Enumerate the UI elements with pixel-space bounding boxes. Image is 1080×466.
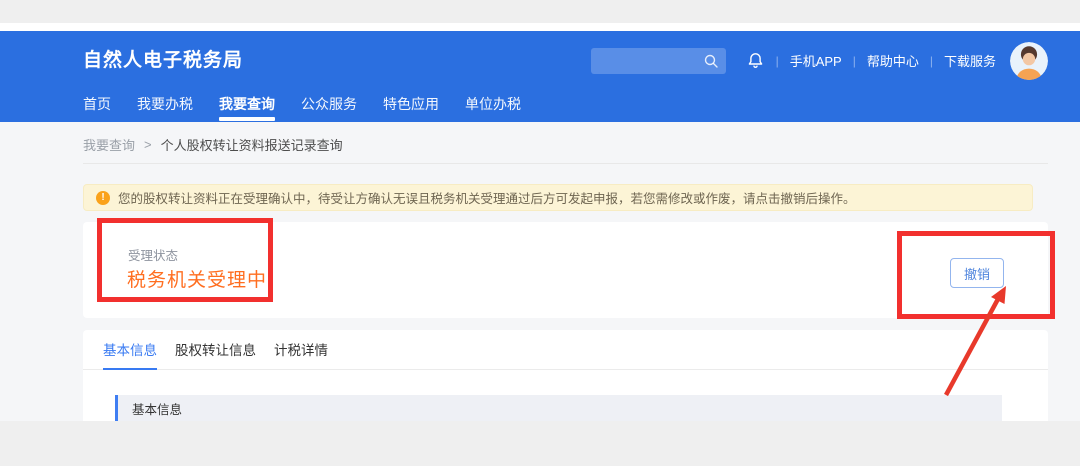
main-nav: 首页 我要办税 我要查询 公众服务 特色应用 单位办税 (83, 90, 521, 122)
status-label: 受理状态 (128, 249, 179, 263)
nav-item-tax-handling[interactable]: 我要办税 (137, 90, 193, 122)
link-help-center[interactable]: 帮助中心 (867, 51, 919, 70)
notice-text: 您的股权转让资料正在受理确认中，待受让方确认无误且税务机关受理通过后方可发起申报… (118, 192, 856, 206)
breadcrumb-current: 个人股权转让资料报送记录查询 (160, 138, 343, 153)
search-icon[interactable] (703, 53, 719, 69)
user-avatar[interactable] (1010, 41, 1048, 80)
tab-basic-info[interactable]: 基本信息 (103, 330, 157, 370)
nav-item-public-service[interactable]: 公众服务 (301, 90, 357, 122)
nav-item-home[interactable]: 首页 (83, 90, 111, 122)
header-right-controls: | 手机APP | 帮助中心 | 下载服务 (590, 31, 1048, 90)
app-header: 自然人电子税务局 | 手机APP | 帮助中心 | 下载服务 首页 我要办税 我… (0, 31, 1080, 122)
header-divider: | (775, 53, 779, 68)
notice-banner: ! 您的股权转让资料正在受理确认中，待受让方确认无误且税务机关受理通过后方可发起… (83, 184, 1033, 211)
breadcrumb-separator: > (144, 137, 152, 152)
nav-item-company-tax[interactable]: 单位办税 (465, 90, 521, 122)
nav-item-query[interactable]: 我要查询 (219, 90, 275, 122)
header-divider: | (852, 53, 856, 68)
breadcrumb-divider (83, 163, 1048, 164)
link-mobile-app[interactable]: 手机APP (790, 51, 842, 70)
page-top-strip (0, 23, 1080, 31)
status-value: 税务机关受理中 (127, 270, 268, 291)
detail-card: 基本信息 股权转让信息 计税详情 基本信息 (83, 330, 1048, 421)
tab-tax-calculation-detail[interactable]: 计税详情 (274, 330, 328, 370)
page-viewport: 自然人电子税务局 | 手机APP | 帮助中心 | 下载服务 首页 我要办税 我… (0, 23, 1080, 421)
breadcrumb: 我要查询 > 个人股权转让资料报送记录查询 (83, 135, 343, 154)
detail-tab-bar: 基本信息 股权转让信息 计税详情 (83, 330, 1048, 370)
header-divider: | (929, 53, 933, 68)
warning-icon: ! (96, 190, 110, 205)
app-title: 自然人电子税务局 (83, 50, 244, 71)
nav-item-featured-apps[interactable]: 特色应用 (383, 90, 439, 122)
tab-equity-transfer-info[interactable]: 股权转让信息 (175, 330, 256, 370)
section-header-basic-info: 基本信息 (115, 395, 1002, 421)
header-search[interactable] (590, 47, 726, 74)
revoke-button[interactable]: 撤销 (950, 258, 1004, 288)
search-input[interactable] (598, 47, 699, 74)
bell-icon[interactable] (746, 51, 765, 70)
screenshot-frame: 自然人电子税务局 | 手机APP | 帮助中心 | 下载服务 首页 我要办税 我… (0, 0, 1080, 466)
link-download-service[interactable]: 下载服务 (944, 51, 996, 70)
breadcrumb-parent[interactable]: 我要查询 (83, 135, 135, 154)
status-card: 受理状态 税务机关受理中 撤销 (83, 222, 1048, 318)
